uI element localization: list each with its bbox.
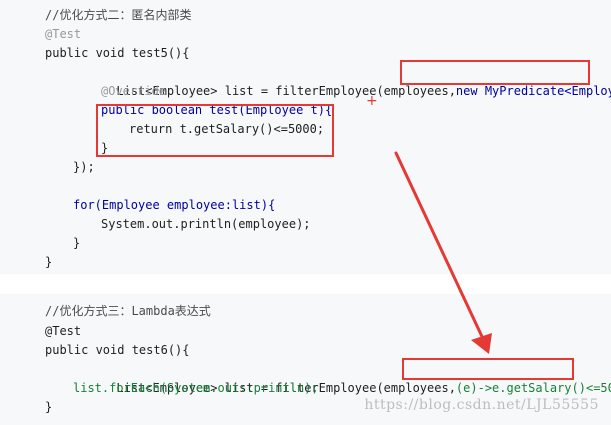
foreach-statement: list.forEach(System.out::println); bbox=[73, 381, 319, 395]
plus-marker: + bbox=[366, 93, 378, 109]
close-for-brace: } bbox=[73, 236, 81, 250]
close-method-brace: } bbox=[45, 400, 53, 414]
close-method-brace: } bbox=[45, 255, 53, 269]
watermark: https://blog.csdn.net/LJL55555 bbox=[364, 397, 599, 413]
method-signature-test5: public void test5(){ bbox=[45, 46, 190, 60]
for-statement: for(Employee employee:list){ bbox=[73, 198, 276, 212]
highlight-box-lambda bbox=[402, 358, 574, 380]
close-call: }); bbox=[73, 160, 95, 174]
anonymous-class-new: new MyPredicate<Employee>(){ bbox=[455, 84, 611, 98]
highlight-box-test-method bbox=[96, 104, 334, 157]
test-annotation: @Test bbox=[45, 27, 82, 41]
highlight-box-new-class bbox=[400, 60, 590, 85]
comment-line: //优化方式三：Lambda表达式 bbox=[45, 304, 211, 318]
override-annotation: @Override bbox=[101, 84, 167, 98]
comment-line: //优化方式二：匿名内部类 bbox=[45, 8, 192, 22]
lambda-expression: (e)->e.getSalary()<=5000 bbox=[455, 381, 611, 395]
test-annotation: @Test bbox=[45, 324, 82, 338]
method-signature-test6: public void test6(){ bbox=[45, 343, 190, 357]
code-screenshot: //优化方式二：匿名内部类 @Test public void test5(){… bbox=[0, 0, 611, 425]
println-statement: System.out.println(employee); bbox=[101, 217, 311, 231]
list-declaration-prefix: List<Employee> list = filterEmployee(emp… bbox=[116, 84, 456, 98]
